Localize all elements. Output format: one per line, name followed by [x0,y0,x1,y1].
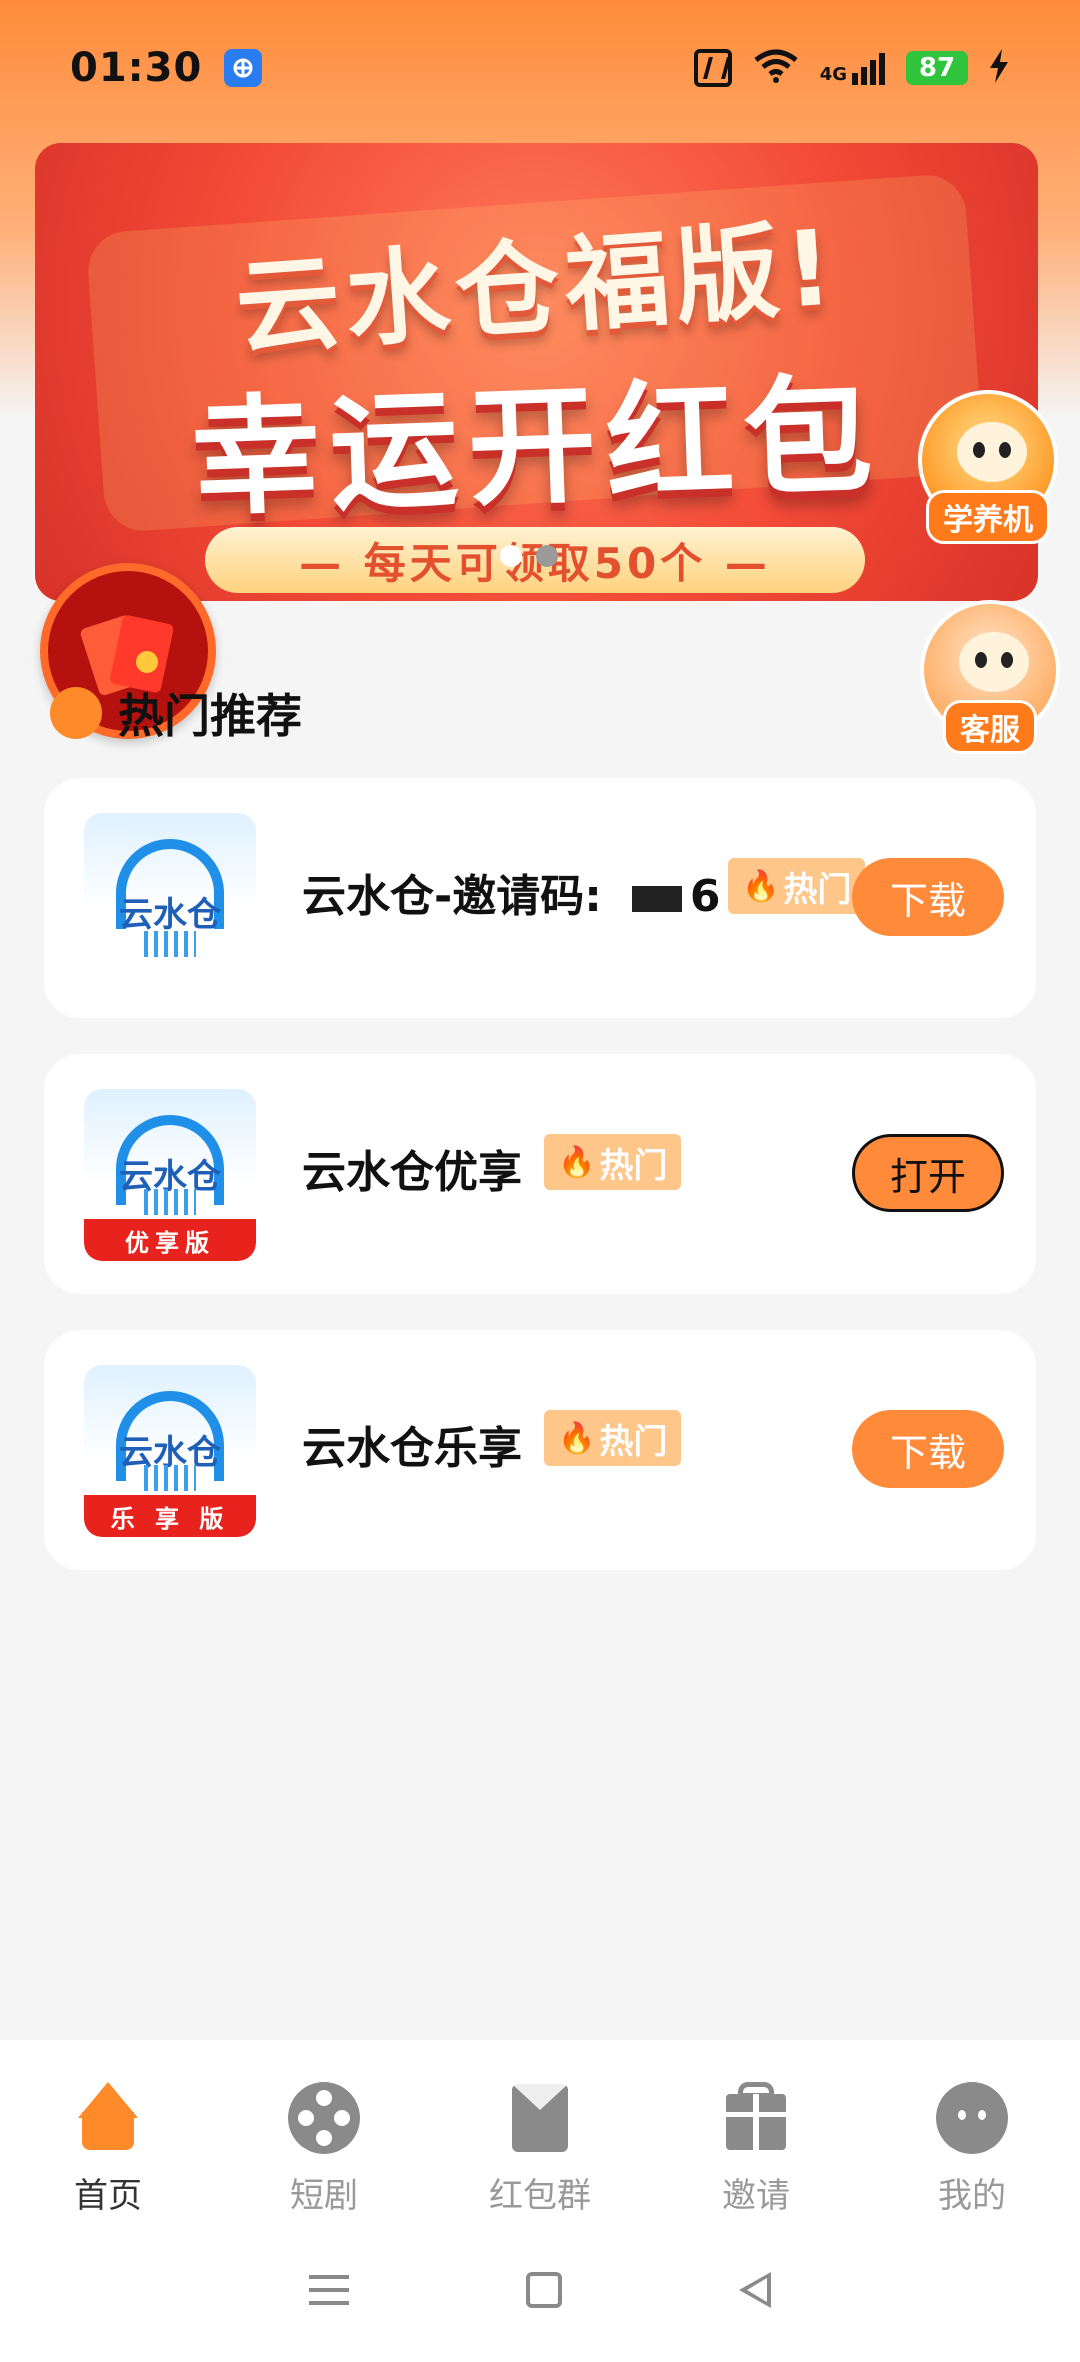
app-screen: 01:30 4G 87 云水仓福版! 幸运开红包 — 每天可领取50个 — 学养… [0,0,1080,2362]
app-card[interactable]: 云水仓 优享版 云水仓优享 🔥 热门 打开 [44,1054,1036,1294]
wifi-icon [752,48,800,88]
rain-icon [144,1189,196,1215]
back-icon[interactable] [739,2272,772,2308]
download-button[interactable]: 下载 [852,1410,1004,1488]
charging-icon [988,48,1010,87]
status-icons: 4G 87 [693,48,1010,88]
signal-icon: 4G [820,51,886,85]
hot-badge: 🔥 热门 [544,1134,682,1190]
nav-label: 短剧 [290,2176,358,2216]
nfc-icon [693,48,732,87]
section-header: 热门推荐 [50,680,302,746]
rain-icon [144,1465,196,1491]
nav-label: 首页 [74,2176,142,2216]
home-icon [72,2082,144,2154]
nav-item-short-drama[interactable]: 短剧 [216,2082,432,2217]
banner-dot-1[interactable] [500,545,522,567]
app-icon: 云水仓 优享版 [84,1089,256,1261]
grid-icon [50,687,102,739]
nav-item-profile[interactable]: 我的 [864,2082,1080,2217]
profile-face-icon [936,2082,1008,2154]
nav-label: 邀请 [722,2176,790,2216]
banner-title-line2: 幸运开红包 [189,360,885,534]
hot-badge: 🔥 热门 [544,1410,682,1466]
home-square-icon[interactable] [525,2272,562,2308]
app-card[interactable]: 云水仓 云水仓-邀请码: 6 🔥 热门 下载 [44,778,1036,1018]
nav-label: 红包群 [489,2176,591,2216]
app-notification-icon [224,48,263,87]
app-icon-ribbon: 乐 享 版 [84,1495,256,1537]
film-reel-icon [288,2082,360,2154]
hot-label: 热门 [599,1145,668,1186]
nav-label: 我的 [938,2176,1006,2216]
banner-dot-2[interactable] [536,545,558,567]
hot-label: 热门 [783,869,852,910]
customer-service-button[interactable]: 客服 [920,600,1060,754]
menu-icon[interactable] [308,2275,349,2305]
app-icon-ribbon: 优享版 [84,1219,256,1261]
section-title: 热门推荐 [118,689,302,743]
service-label: 客服 [943,700,1037,754]
status-time: 01:30 [70,44,203,91]
network-type: 4G [819,63,847,85]
study-mascot-button[interactable]: 学养机 [918,390,1058,544]
open-button[interactable]: 打开 [852,1134,1004,1212]
nav-item-invite[interactable]: 邀请 [648,2082,864,2217]
nav-item-home[interactable]: 首页 [0,2082,216,2217]
status-bar: 01:30 4G 87 [0,0,1080,135]
hot-badge: 🔥 热门 [728,858,866,914]
flame-icon: 🔥 [558,1144,596,1180]
invite-code-tail: 6 [689,871,721,922]
flame-icon: 🔥 [558,1420,596,1456]
red-envelope-icon [504,2082,576,2154]
app-name-text: 云水仓-邀请码: [302,871,602,922]
banner-pagination [500,545,558,567]
study-label: 学养机 [926,490,1050,544]
flame-icon: 🔥 [742,868,780,904]
gift-icon [720,2082,792,2154]
app-icon: 云水仓 [84,813,256,985]
app-name: 云水仓优享 [302,1147,522,1198]
system-navigation-bar [0,2240,1080,2340]
redacted-code [631,886,682,912]
nav-item-red-packet-group[interactable]: 红包群 [432,2082,648,2217]
app-icon-brand: 云水仓 [119,895,221,935]
app-card[interactable]: 云水仓 乐 享 版 云水仓乐享 🔥 热门 下载 [44,1330,1036,1570]
headset-mascot-icon [959,632,1029,692]
app-icon: 云水仓 乐 享 版 [84,1365,256,1537]
app-name: 云水仓-邀请码: 6 [302,860,720,924]
hot-label: 热门 [599,1421,668,1462]
rain-icon [144,931,196,957]
battery-icon: 87 [906,50,968,85]
app-name: 云水仓乐享 [302,1423,522,1474]
promo-banner[interactable]: 云水仓福版! 幸运开红包 — 每天可领取50个 — [35,143,1038,601]
coin-icon [136,651,158,673]
download-button[interactable]: 下载 [852,858,1004,936]
mascot-icon [957,422,1027,482]
